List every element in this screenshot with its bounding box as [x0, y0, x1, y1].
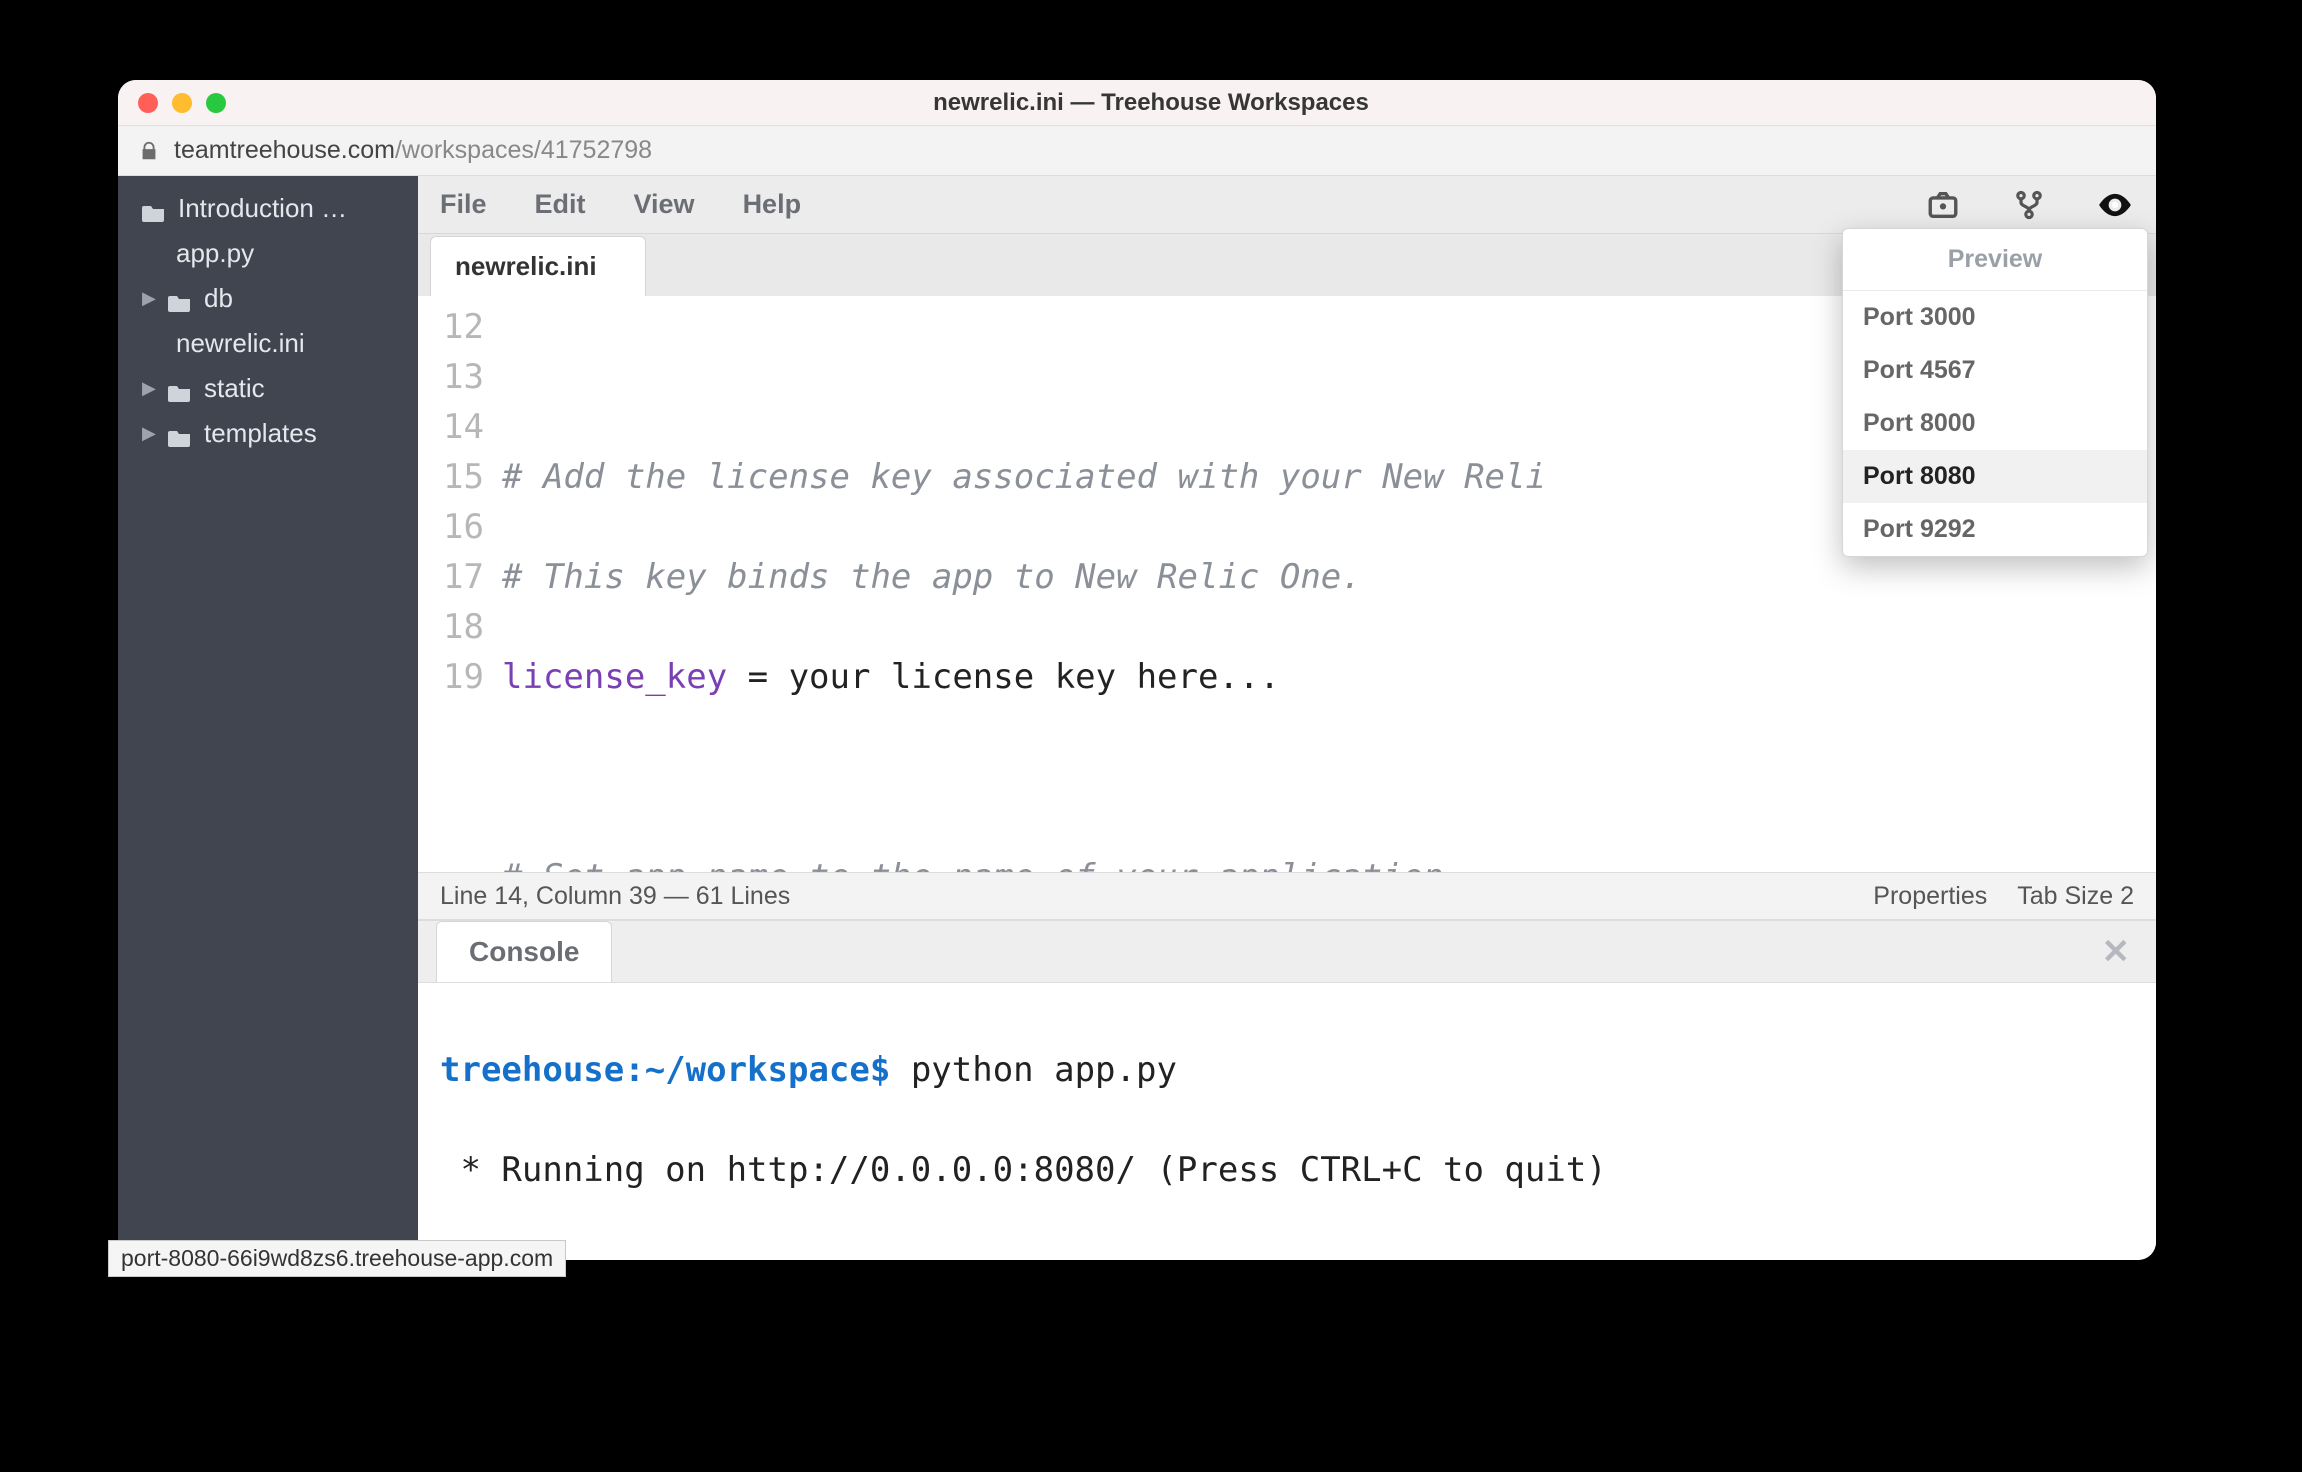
folder-icon [142, 199, 166, 219]
menu-help[interactable]: Help [743, 189, 802, 220]
statusbar-properties[interactable]: Properties [1873, 882, 1987, 911]
traffic-lights [138, 93, 226, 113]
code-content: # Add the license key associated with yo… [496, 296, 1546, 872]
statusbar-tabsize[interactable]: Tab Size 2 [2017, 882, 2134, 911]
url-host: teamtreehouse.com [174, 136, 395, 165]
titlebar: newrelic.ini — Treehouse Workspaces [118, 80, 2156, 126]
preview-option-port-8080[interactable]: Port 8080 [1843, 450, 2147, 503]
gutter: 12 13 14 15 16 17 18 19 [418, 296, 496, 872]
window-title: newrelic.ini — Treehouse Workspaces [240, 89, 2062, 117]
menu-edit[interactable]: Edit [535, 189, 586, 220]
chevron-right-icon: ▶ [142, 288, 156, 309]
sidebar-item-label: app.py [176, 238, 254, 269]
fork-icon[interactable] [2010, 186, 2048, 224]
camera-icon[interactable] [1924, 186, 1962, 224]
preview-header: Preview [1843, 229, 2147, 291]
cursor-position: Line 14, Column 39 — 61 Lines [440, 882, 790, 911]
browser-status-tooltip: port-8080-66i9wd8zs6.treehouse-app.com [108, 1240, 566, 1277]
preview-option-port-8000[interactable]: Port 8000 [1843, 397, 2147, 450]
sidebar-item-label: templates [204, 418, 317, 449]
folder-icon [168, 379, 192, 399]
menu-view[interactable]: View [634, 189, 695, 220]
sidebar-item-static[interactable]: ▶ static [118, 366, 418, 411]
console-close-icon[interactable]: ✕ [2094, 932, 2139, 972]
preview-eye-icon[interactable] [2096, 186, 2134, 224]
sidebar-root-folder[interactable]: Introduction … [118, 186, 418, 231]
minimize-window-button[interactable] [172, 93, 192, 113]
console-panel: Console ✕ treehouse:~/workspace$ python … [418, 920, 2156, 1260]
address-bar[interactable]: teamtreehouse.com/workspaces/41752798 [118, 126, 2156, 176]
lock-icon [138, 140, 160, 162]
preview-option-port-4567[interactable]: Port 4567 [1843, 344, 2147, 397]
folder-icon [168, 289, 192, 309]
close-window-button[interactable] [138, 93, 158, 113]
sidebar-item-label: static [204, 373, 265, 404]
sidebar-item-newrelic-ini[interactable]: newrelic.ini [118, 321, 418, 366]
menubar: File Edit View Help [418, 176, 2156, 234]
preview-option-port-3000[interactable]: Port 3000 [1843, 291, 2147, 344]
editor-statusbar: Line 14, Column 39 — 61 Lines Properties… [418, 872, 2156, 920]
sidebar-item-label: Introduction … [178, 193, 347, 224]
sidebar-item-db[interactable]: ▶ db [118, 276, 418, 321]
chevron-right-icon: ▶ [142, 378, 156, 399]
console-tab[interactable]: Console [436, 921, 612, 982]
folder-icon [168, 424, 192, 444]
sidebar-item-label: newrelic.ini [176, 328, 305, 359]
file-sidebar: Introduction … app.py ▶ db newrelic.ini … [118, 176, 418, 1260]
preview-popover: Preview Port 3000 Port 4567 Port 8000 Po… [1842, 228, 2148, 557]
maximize-window-button[interactable] [206, 93, 226, 113]
url-path: /workspaces/41752798 [395, 136, 652, 165]
chevron-right-icon: ▶ [142, 423, 156, 444]
sidebar-item-app-py[interactable]: app.py [118, 231, 418, 276]
sidebar-item-label: db [204, 283, 233, 314]
menu-file[interactable]: File [440, 189, 487, 220]
preview-option-port-9292[interactable]: Port 9292 [1843, 503, 2147, 556]
tab-newrelic-ini[interactable]: newrelic.ini [430, 236, 646, 296]
terminal[interactable]: treehouse:~/workspace$ python app.py * R… [418, 983, 2156, 1260]
sidebar-item-templates[interactable]: ▶ templates [118, 411, 418, 456]
app-window: newrelic.ini — Treehouse Workspaces team… [118, 80, 2156, 1260]
